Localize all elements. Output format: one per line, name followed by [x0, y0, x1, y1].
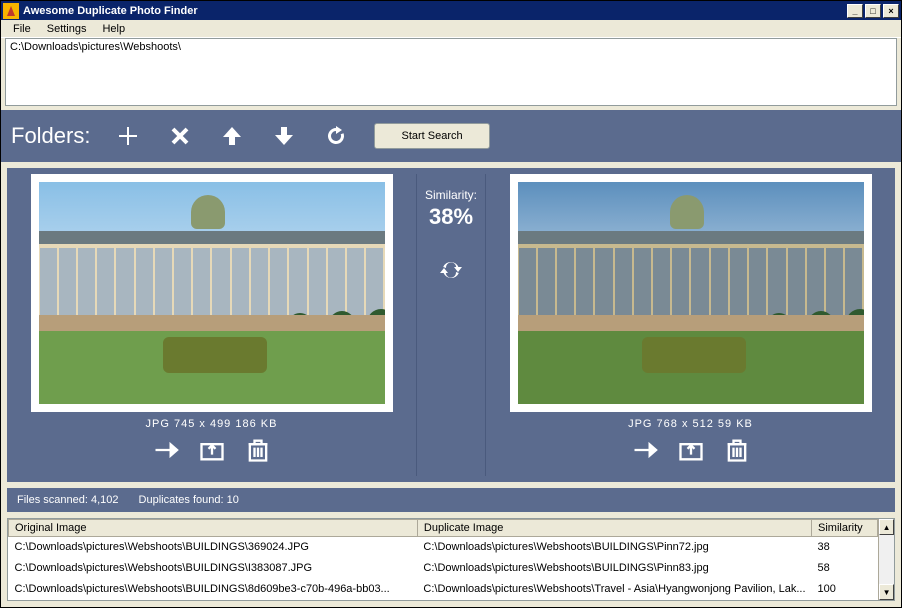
start-search-button[interactable]: Start Search: [374, 123, 489, 149]
left-image-meta: JPG 745 x 499 186 KB: [146, 418, 278, 430]
left-open-folder-button[interactable]: [198, 436, 226, 464]
vertical-scrollbar[interactable]: ▲ ▼: [878, 519, 894, 600]
preview-area: JPG 745 x 499 186 KB Similarity: 38% JPG…: [7, 168, 895, 482]
col-original[interactable]: Original Image: [9, 520, 418, 537]
minimize-button[interactable]: _: [847, 4, 863, 18]
results-table[interactable]: Original Image Duplicate Image Similarit…: [8, 519, 878, 600]
menu-settings[interactable]: Settings: [39, 22, 95, 36]
left-move-button[interactable]: [152, 436, 180, 464]
folders-toolbar: Folders: Start Search: [1, 110, 901, 162]
results-area: Original Image Duplicate Image Similarit…: [7, 518, 895, 601]
right-actions: [631, 436, 751, 464]
swap-button[interactable]: [439, 230, 463, 285]
right-preview-image[interactable]: [510, 174, 872, 412]
refresh-button[interactable]: [322, 122, 350, 150]
col-duplicate[interactable]: Duplicate Image: [417, 520, 811, 537]
duplicates-found: Duplicates found: 10: [139, 494, 239, 506]
files-scanned: Files scanned: 4,102: [17, 494, 119, 506]
right-open-folder-button[interactable]: [677, 436, 705, 464]
scroll-track[interactable]: [879, 535, 894, 584]
window-title: Awesome Duplicate Photo Finder: [23, 5, 845, 17]
scroll-up-icon[interactable]: ▲: [879, 519, 894, 535]
table-row[interactable]: C:\Downloads\pictures\Webshoots\BUILDING…: [9, 558, 878, 579]
right-image-meta: JPG 768 x 512 59 KB: [628, 418, 753, 430]
similarity-value: 38%: [429, 204, 473, 230]
similarity-label: Similarity:: [425, 188, 477, 202]
app-icon: [3, 3, 19, 19]
move-down-button[interactable]: [270, 122, 298, 150]
folder-list[interactable]: C:\Downloads\pictures\Webshoots\: [5, 38, 897, 106]
menu-file[interactable]: File: [5, 22, 39, 36]
left-preview-pane: JPG 745 x 499 186 KB: [13, 174, 410, 476]
status-bar: Files scanned: 4,102 Duplicates found: 1…: [7, 488, 895, 512]
table-row[interactable]: C:\Downloads\pictures\Webshoots\BUILDING…: [9, 579, 878, 600]
right-move-button[interactable]: [631, 436, 659, 464]
table-row[interactable]: C:\Downloads\pictures\Webshoots\BUILDING…: [9, 537, 878, 558]
close-button[interactable]: ×: [883, 4, 899, 18]
menubar: File Settings Help: [1, 20, 901, 38]
remove-folder-button[interactable]: [166, 122, 194, 150]
col-similarity[interactable]: Similarity: [812, 520, 878, 537]
folders-label: Folders:: [11, 123, 90, 149]
scroll-down-icon[interactable]: ▼: [879, 584, 894, 600]
titlebar: Awesome Duplicate Photo Finder _ □ ×: [0, 0, 902, 20]
left-delete-button[interactable]: [244, 436, 272, 464]
similarity-panel: Similarity: 38%: [416, 174, 486, 476]
menu-help[interactable]: Help: [94, 22, 133, 36]
left-preview-image[interactable]: [31, 174, 393, 412]
right-delete-button[interactable]: [723, 436, 751, 464]
window-body: File Settings Help C:\Downloads\pictures…: [0, 20, 902, 608]
add-folder-button[interactable]: [114, 122, 142, 150]
move-up-button[interactable]: [218, 122, 246, 150]
left-actions: [152, 436, 272, 464]
maximize-button[interactable]: □: [865, 4, 881, 18]
folder-path[interactable]: C:\Downloads\pictures\Webshoots\: [10, 41, 892, 53]
right-preview-pane: JPG 768 x 512 59 KB: [492, 174, 889, 476]
